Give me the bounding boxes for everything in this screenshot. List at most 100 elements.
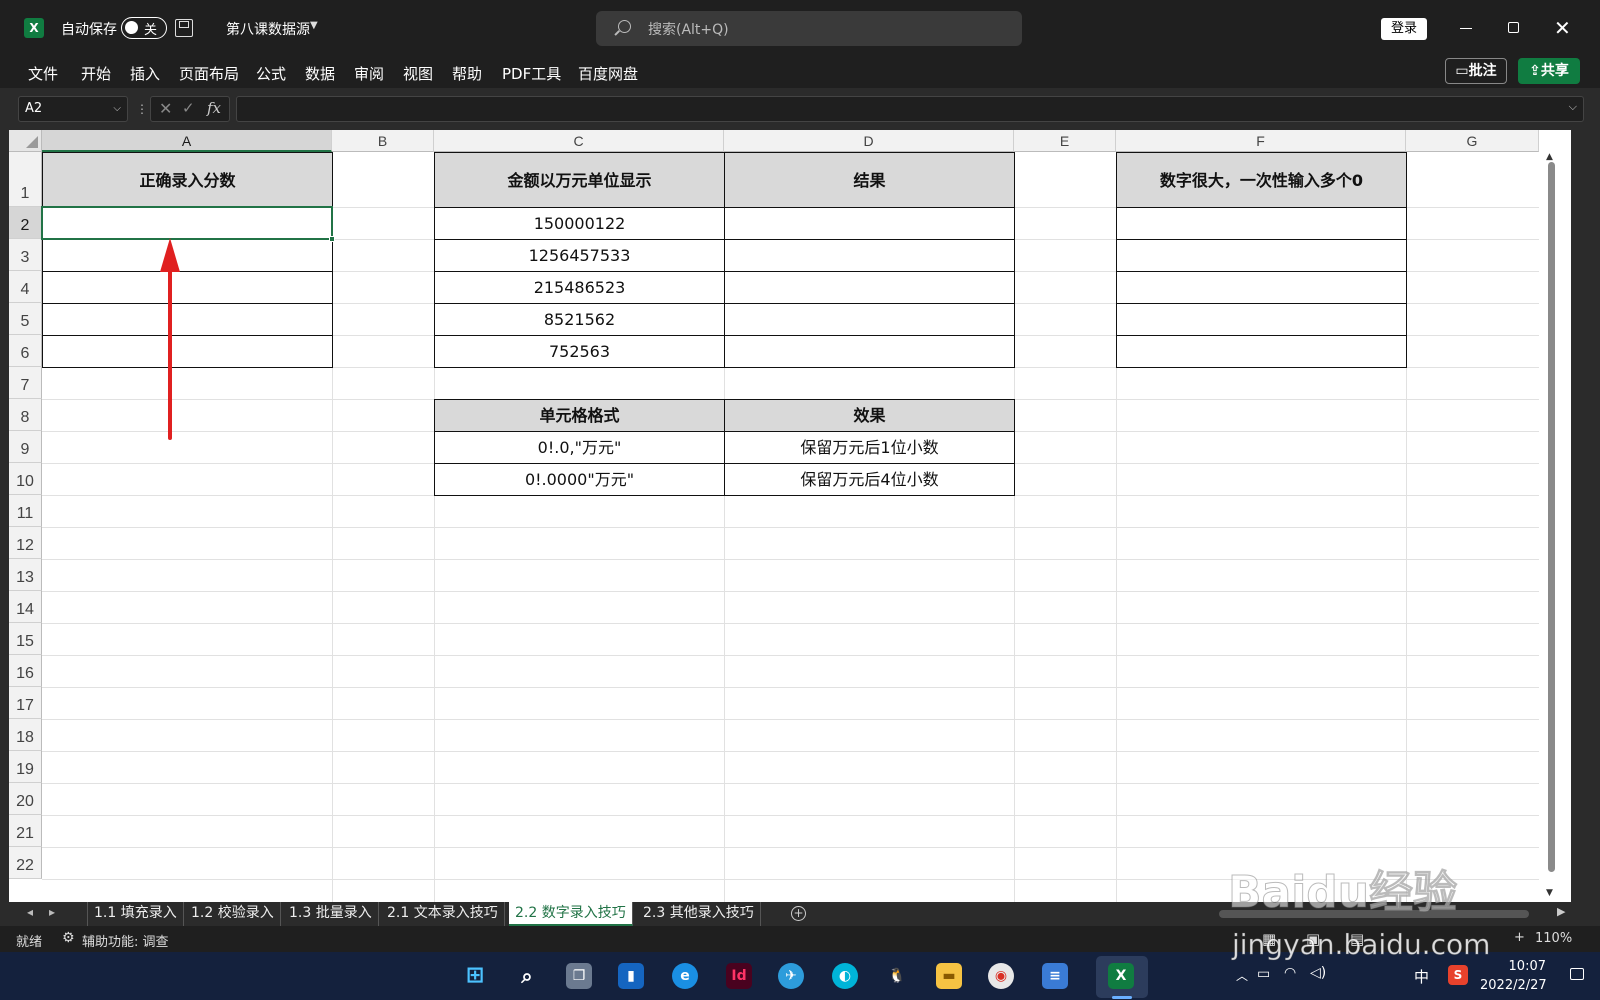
tray-overflow-icon[interactable]: ︿ — [1236, 967, 1248, 984]
chrome-icon[interactable]: ◉ — [988, 963, 1014, 989]
cell-d6[interactable] — [724, 335, 1015, 368]
cell-d3[interactable] — [724, 239, 1015, 272]
row-header-7[interactable]: 7 — [9, 367, 42, 399]
cell-a1[interactable]: 正确录入分数 — [42, 152, 333, 208]
row-header-2[interactable]: 2 — [9, 207, 42, 239]
accessibility-icon[interactable]: ⚙ — [62, 930, 75, 946]
indesign-icon[interactable]: Id — [726, 963, 752, 989]
sheet-tab-3[interactable]: 1.3 批量录入 — [283, 902, 379, 926]
cell-f6[interactable] — [1116, 335, 1407, 368]
column-header-c[interactable]: C — [434, 130, 724, 152]
sheet-tab-1[interactable]: 1.1 填充录入 — [87, 902, 184, 926]
menu-formulas[interactable]: 公式 — [256, 63, 286, 84]
zoom-in-icon[interactable]: + — [1514, 930, 1525, 945]
menu-review[interactable]: 审阅 — [354, 63, 384, 84]
sheet-tab-2[interactable]: 1.2 校验录入 — [185, 902, 281, 926]
row-header-15[interactable]: 15 — [9, 623, 42, 655]
document-title[interactable]: 第八课数据源 — [226, 19, 310, 39]
scroll-up-icon[interactable]: ▲ — [1546, 152, 1553, 162]
chevron-down-icon[interactable]: ▼ — [310, 20, 318, 31]
active-cell-selection[interactable] — [41, 206, 335, 242]
row-header-22[interactable]: 22 — [9, 847, 42, 879]
share-button[interactable]: ⇪共享 — [1518, 58, 1580, 84]
vertical-scrollbar[interactable]: ▲ ▼ — [1539, 152, 1571, 902]
cell-a6[interactable] — [42, 335, 333, 368]
column-header-a[interactable]: A — [42, 130, 332, 152]
menu-page-layout[interactable]: 页面布局 — [179, 63, 239, 84]
cell-d2[interactable] — [724, 207, 1015, 240]
taskbar-search-icon[interactable]: ⌕ — [514, 963, 540, 989]
notepad-icon[interactable]: ≡ — [1042, 963, 1068, 989]
worksheet-grid[interactable]: A B C D E F G 1 2 3 4 5 6 7 8 9 10 11 12… — [9, 130, 1571, 902]
row-header-3[interactable]: 3 — [9, 239, 42, 271]
menu-pdf-tools[interactable]: PDF工具 — [502, 63, 561, 84]
search-input[interactable]: 搜索(Alt+Q) — [596, 11, 1022, 46]
row-header-18[interactable]: 18 — [9, 719, 42, 751]
menu-view[interactable]: 视图 — [403, 63, 433, 84]
menu-insert[interactable]: 插入 — [130, 63, 160, 84]
sheet-tab-6[interactable]: 2.3 其他录入技巧 — [637, 902, 761, 926]
more-options-icon[interactable]: ⋮ — [136, 102, 148, 116]
cell-f5[interactable] — [1116, 303, 1407, 336]
cell-d10[interactable]: 保留万元后4位小数 — [724, 463, 1015, 496]
menu-help[interactable]: 帮助 — [452, 63, 482, 84]
row-header-4[interactable]: 4 — [9, 271, 42, 303]
row-header-20[interactable]: 20 — [9, 783, 42, 815]
cell-f4[interactable] — [1116, 271, 1407, 304]
row-header-14[interactable]: 14 — [9, 591, 42, 623]
cell-d5[interactable] — [724, 303, 1015, 336]
ime-indicator[interactable]: 中 — [1414, 966, 1429, 987]
battery-icon[interactable]: ▭ — [1257, 966, 1270, 982]
row-header-12[interactable]: 12 — [9, 527, 42, 559]
cell-a3[interactable] — [42, 239, 333, 272]
minimize-icon[interactable] — [1460, 28, 1472, 29]
cell-f2[interactable] — [1116, 207, 1407, 240]
sheet-tab-5[interactable]: 2.2 数字录入技巧 — [509, 902, 633, 926]
comments-button[interactable]: ▭批注 — [1445, 58, 1507, 84]
row-header-8[interactable]: 8 — [9, 399, 42, 431]
row-header-11[interactable]: 11 — [9, 495, 42, 527]
check-icon[interactable]: ✓ — [182, 99, 195, 117]
maximize-icon[interactable] — [1508, 22, 1519, 33]
row-header-16[interactable]: 16 — [9, 655, 42, 687]
vertical-scroll-thumb[interactable] — [1548, 162, 1555, 872]
row-header-21[interactable]: 21 — [9, 815, 42, 847]
tab-prev-icon[interactable]: ◂ — [27, 905, 33, 919]
cell-c2[interactable]: 150000122 — [434, 207, 725, 240]
cell-d8[interactable]: 效果 — [724, 399, 1015, 432]
menu-file[interactable]: 文件 — [28, 63, 58, 84]
cell-c1[interactable]: 金额以万元单位显示 — [434, 152, 725, 208]
row-header-13[interactable]: 13 — [9, 559, 42, 591]
column-header-d[interactable]: D — [724, 130, 1014, 152]
chevron-down-icon[interactable]: ⌵ — [113, 97, 121, 121]
row-header-10[interactable]: 10 — [9, 463, 42, 495]
cell-c5[interactable]: 8521562 — [434, 303, 725, 336]
edge-browser-icon[interactable]: e — [672, 963, 698, 989]
cell-c10[interactable]: 0!.0000"万元" — [434, 463, 725, 496]
insert-function-icon[interactable]: fx — [207, 99, 221, 117]
name-box[interactable]: A2 ⌵ — [18, 96, 128, 122]
fill-handle[interactable] — [329, 236, 335, 242]
close-icon[interactable]: ✕ — [1554, 16, 1571, 40]
row-header-1[interactable]: 1 — [9, 152, 42, 207]
menu-baidu-netdisk[interactable]: 百度网盘 — [578, 63, 638, 84]
scroll-right-icon[interactable]: ▶ — [1557, 905, 1565, 918]
cell-f3[interactable] — [1116, 239, 1407, 272]
scroll-down-icon[interactable]: ▼ — [1546, 888, 1553, 898]
start-menu-icon[interactable]: ⊞ — [462, 963, 488, 989]
cell-c9[interactable]: 0!.0,"万元" — [434, 431, 725, 464]
cancel-icon[interactable]: ✕ — [159, 99, 172, 118]
cell-a4[interactable] — [42, 271, 333, 304]
row-header-6[interactable]: 6 — [9, 335, 42, 367]
column-header-f[interactable]: F — [1116, 130, 1406, 152]
save-icon[interactable] — [175, 19, 193, 37]
zoom-level[interactable]: 110% — [1535, 931, 1572, 946]
widgets-icon[interactable]: ▮ — [618, 963, 644, 989]
row-header-5[interactable]: 5 — [9, 303, 42, 335]
row-header-9[interactable]: 9 — [9, 431, 42, 463]
formula-input[interactable]: ⌵ — [236, 96, 1584, 122]
column-header-b[interactable]: B — [332, 130, 434, 152]
row-header-17[interactable]: 17 — [9, 687, 42, 719]
cell-c6[interactable]: 752563 — [434, 335, 725, 368]
row-header-19[interactable]: 19 — [9, 751, 42, 783]
